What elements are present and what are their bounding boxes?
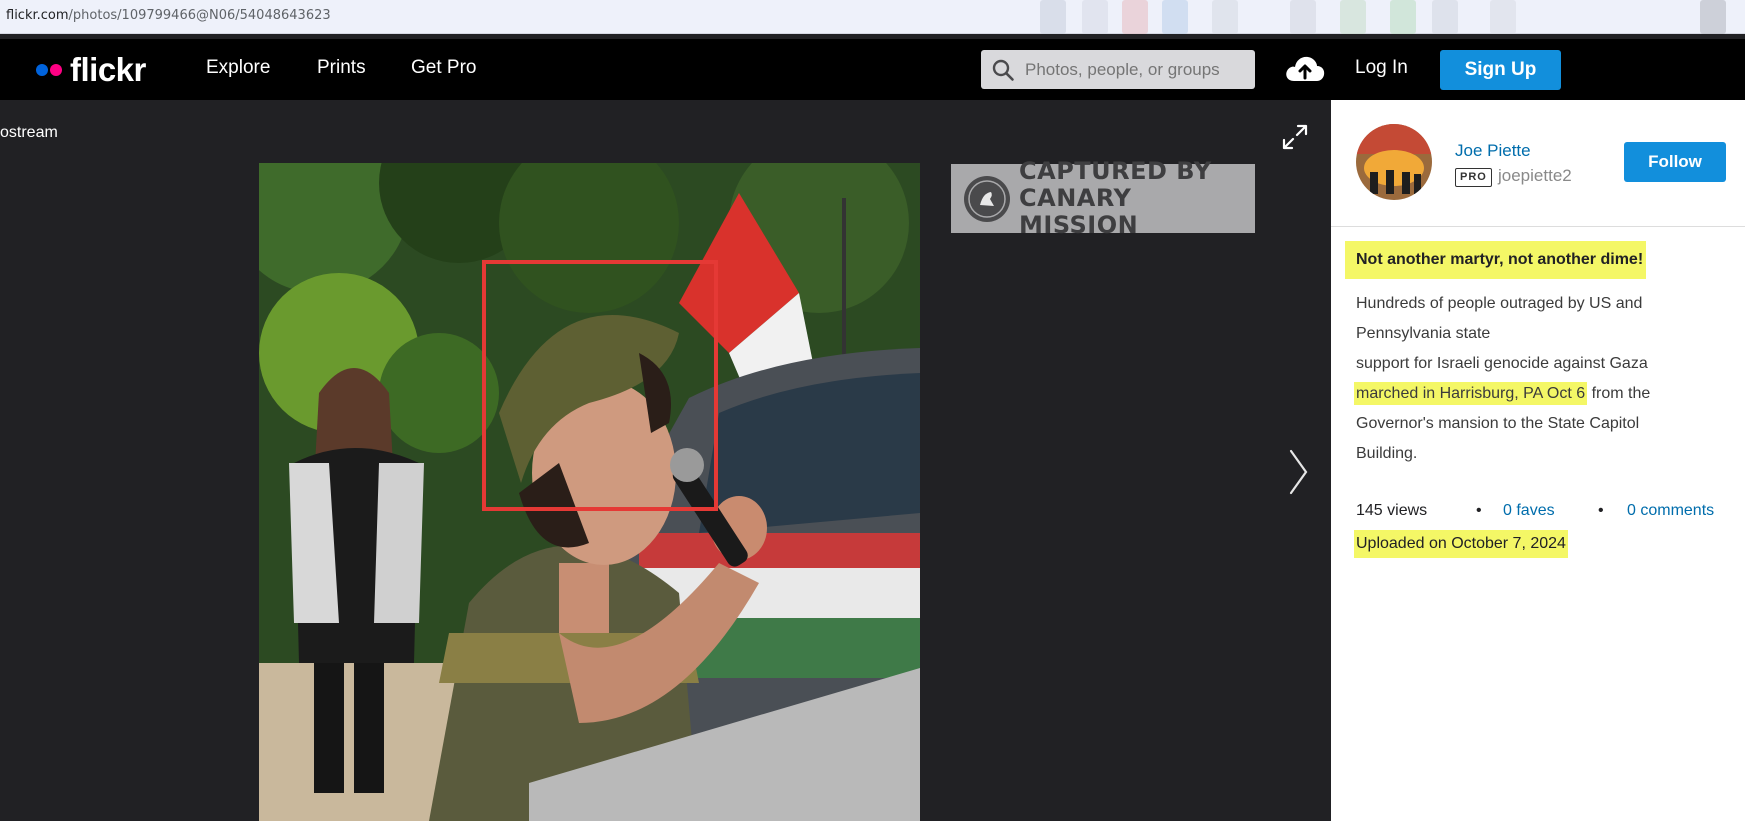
owner-handle: joepiette2	[1498, 166, 1572, 185]
extension-icon[interactable]	[1040, 0, 1066, 34]
faves-link[interactable]: 0 faves	[1503, 502, 1555, 520]
views-count: 145 views	[1356, 502, 1428, 519]
description-line: support for Israeli genocide against Gaz…	[1356, 355, 1648, 372]
avatar-image	[1356, 124, 1432, 200]
nav-explore[interactable]: Explore	[206, 57, 270, 79]
follow-button[interactable]: Follow	[1624, 142, 1726, 182]
back-to-photostream-link[interactable]: ostream	[0, 124, 58, 142]
search-icon	[992, 59, 1014, 81]
upload-cloud-icon[interactable]	[1284, 51, 1326, 85]
extension-icon[interactable]	[1490, 0, 1516, 34]
description-line: Building.	[1356, 445, 1418, 462]
signup-button[interactable]: Sign Up	[1440, 50, 1561, 90]
protest-photo-image	[259, 163, 920, 821]
nav-get-pro[interactable]: Get Pro	[411, 57, 476, 79]
extension-icon[interactable]	[1082, 0, 1108, 34]
upload-date: Uploaded on October 7, 2024	[1354, 530, 1568, 558]
canary-seal-icon	[964, 175, 1010, 222]
url-path: /photos/109799466@N06/54048643623	[68, 8, 331, 23]
flickr-logo[interactable]: flickr	[36, 51, 146, 89]
browser-url-bar[interactable]: flickr.com/photos/109799466@N06/54048643…	[0, 0, 1745, 34]
logo-pink-dot	[50, 64, 62, 76]
description-line: Governor's mansion to the State Capitol	[1356, 415, 1640, 432]
watermark-line-2: CANARY MISSION	[1019, 184, 1139, 239]
extension-icon[interactable]	[1122, 0, 1148, 34]
photo-title: Not another martyr, not another dime!	[1345, 241, 1647, 279]
logo-blue-dot	[36, 64, 48, 76]
extension-icon[interactable]	[1432, 0, 1458, 34]
description-line: Pennsylvania state	[1356, 325, 1491, 342]
extension-icon[interactable]	[1340, 0, 1366, 34]
main-photo[interactable]	[259, 163, 920, 821]
next-arrow-icon[interactable]	[1286, 448, 1310, 496]
canary-mission-watermark: CAPTURED BY CANARY MISSION	[951, 158, 1255, 239]
owner-name-link[interactable]: Joe Piette	[1455, 141, 1531, 161]
extension-icon[interactable]	[1290, 0, 1316, 34]
photo-stage: ostream CAPTURED BY CANARY MISSION	[0, 100, 1331, 821]
stats-separator: •	[1476, 502, 1482, 519]
url-host: flickr.com	[6, 8, 69, 23]
search-box[interactable]	[981, 50, 1255, 89]
search-input[interactable]	[1025, 50, 1249, 89]
owner-avatar[interactable]	[1356, 124, 1432, 200]
extension-icon[interactable]	[1212, 0, 1238, 34]
profile-icon[interactable]	[1700, 0, 1726, 34]
nav-prints[interactable]: Prints	[317, 57, 366, 79]
expand-icon[interactable]	[1280, 122, 1310, 152]
watermark-line-1: CAPTURED BY	[1019, 157, 1212, 185]
top-nav: flickr Explore Prints Get Pro Log In Sig…	[0, 39, 1745, 100]
logo-wordmark: flickr	[70, 51, 146, 88]
pro-badge: PRO	[1455, 168, 1492, 187]
photo-sidebar: Joe Piette PRO joepiette2 Follow Not ano…	[1331, 100, 1745, 821]
description-line-rest: from the	[1587, 385, 1651, 402]
login-link[interactable]: Log In	[1355, 57, 1408, 79]
photo-description: Hundreds of people outraged by US and Pe…	[1354, 289, 1736, 469]
extension-icon[interactable]	[1390, 0, 1416, 34]
comments-link[interactable]: 0 comments	[1627, 502, 1714, 520]
url-text[interactable]: flickr.com/photos/109799466@N06/54048643…	[6, 8, 331, 23]
sidebar-divider	[1331, 226, 1745, 227]
description-highlight: marched in Harrisburg, PA Oct 6	[1354, 382, 1588, 405]
extension-icon[interactable]	[1162, 0, 1188, 34]
description-line: marched in Harrisburg, PA Oct 6 from the	[1354, 379, 1736, 409]
description-line: Hundreds of people outraged by US and	[1356, 295, 1643, 312]
stats-separator: •	[1598, 502, 1604, 519]
